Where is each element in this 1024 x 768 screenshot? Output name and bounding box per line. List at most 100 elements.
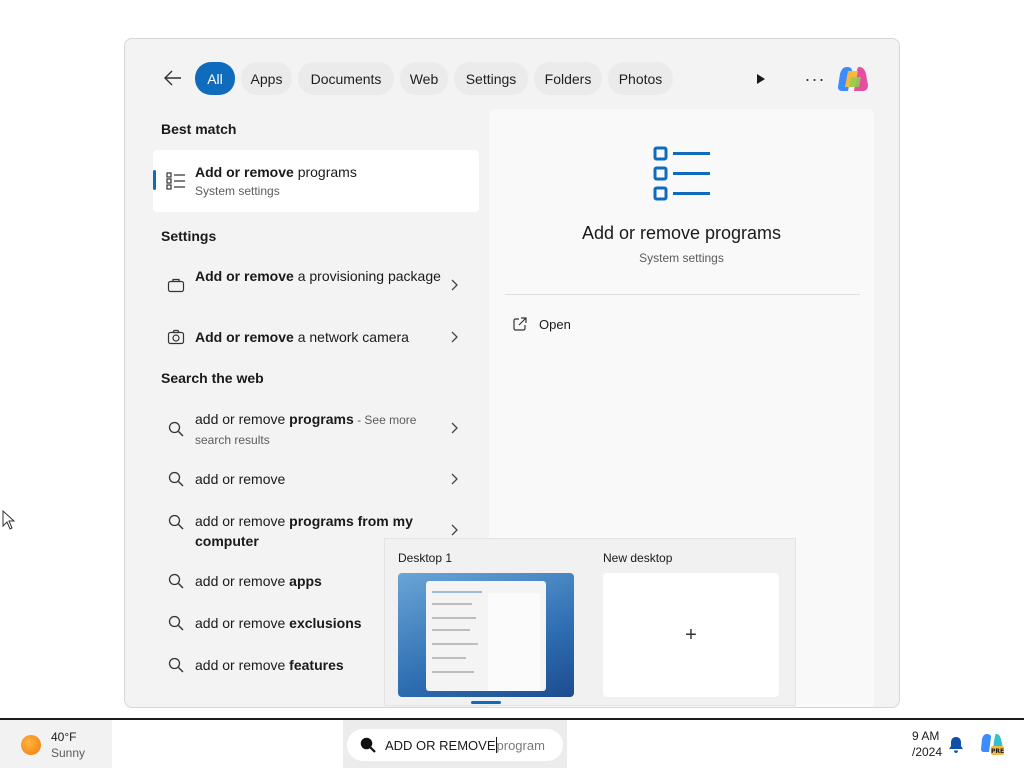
tab-all[interactable]: All [195, 62, 235, 95]
search-icon [165, 570, 187, 592]
clock-time[interactable]: 9 AM [912, 729, 939, 743]
best-match-rest: programs [293, 164, 357, 180]
web-result[interactable]: add or remove programs - See more search… [153, 405, 479, 451]
taskbar-search-box[interactable]: ADD OR REMOVE program [347, 729, 563, 761]
chevron-right-icon [449, 421, 459, 435]
best-match-heading: Best match [161, 121, 237, 137]
settings-result-rest: a network camera [293, 329, 409, 345]
desktop-1-label: Desktop 1 [398, 551, 453, 565]
settings-result-provisioning[interactable]: Add or remove a provisioning package [153, 261, 479, 309]
mini-line [432, 591, 482, 593]
briefcase-icon [165, 274, 187, 296]
more-options-button[interactable]: ··· [799, 63, 831, 95]
web-result-bold: apps [289, 573, 322, 589]
tab-documents[interactable]: Documents [298, 62, 394, 95]
sun-icon [21, 735, 41, 755]
best-match-text: Add or remove programs System settings [195, 162, 451, 200]
plus-icon: + [685, 623, 697, 646]
mini-line [432, 671, 474, 673]
web-result[interactable]: add or remove [153, 464, 479, 494]
filter-bar: All Apps Documents Web Settings Folders … [125, 39, 899, 119]
play-button[interactable] [745, 63, 777, 95]
task-view-flyout: Desktop 1 New desktop + [384, 538, 796, 706]
copilot-button[interactable] [837, 63, 869, 95]
desktop-1-thumbnail[interactable] [398, 573, 574, 697]
web-result-bold: features [289, 657, 344, 673]
chevron-right-icon [449, 278, 459, 292]
taskbar: 40°F Sunny ADD OR REMOVE program 9 AM /2… [0, 718, 1024, 768]
mouse-cursor-icon [2, 510, 16, 530]
web-result-plain: add or remove [195, 411, 290, 427]
search-icon [165, 468, 187, 490]
detail-subtitle: System settings [639, 251, 724, 265]
web-result-plain: add or remove [195, 615, 290, 631]
list-settings-icon [653, 145, 711, 208]
web-result-bold: programs [289, 411, 354, 427]
chevron-right-icon [449, 330, 459, 344]
current-desktop-indicator [471, 701, 501, 704]
settings-result-text: Add or remove a provisioning package [195, 266, 451, 286]
mini-line [432, 617, 476, 619]
tab-photos[interactable]: Photos [608, 62, 673, 95]
copilot-icon [838, 67, 868, 91]
open-action-label: Open [539, 316, 571, 332]
new-desktop-label: New desktop [603, 551, 673, 565]
search-icon [165, 612, 187, 634]
search-icon [165, 418, 187, 440]
mini-line [432, 603, 472, 605]
divider [505, 294, 860, 295]
taskbar-search-area: ADD OR REMOVE program [343, 720, 567, 768]
copilot-pre-icon[interactable]: PRE [980, 732, 1004, 756]
mini-detail-pane [488, 593, 540, 691]
tab-folders[interactable]: Folders [534, 62, 602, 95]
more-horizontal-icon: ··· [804, 68, 826, 89]
svg-text:PRE: PRE [991, 748, 1004, 755]
web-result-bold: exclusions [289, 615, 362, 631]
settings-result-text: Add or remove a network camera [195, 327, 451, 347]
search-autocomplete-text: program [496, 737, 545, 753]
list-settings-icon [165, 170, 187, 192]
web-result-text: add or remove programs - See more search… [195, 409, 451, 449]
chevron-right-icon [449, 523, 459, 537]
best-match-subtitle: System settings [195, 184, 280, 198]
best-match-result[interactable]: Add or remove programs System settings [153, 150, 479, 212]
weather-temperature: 40°F [51, 730, 77, 744]
mini-window-preview [426, 581, 546, 691]
mini-line [432, 643, 478, 645]
play-icon [757, 74, 765, 84]
tab-apps[interactable]: Apps [241, 62, 292, 95]
web-result-plain: add or remove [195, 471, 286, 487]
search-icon [165, 654, 187, 676]
open-action[interactable]: Open [513, 313, 571, 335]
camera-icon [165, 326, 187, 348]
mini-line [432, 629, 470, 631]
mini-line [432, 657, 466, 659]
notification-bell-icon[interactable] [948, 736, 964, 754]
settings-heading: Settings [161, 228, 217, 244]
web-result-text: add or remove [195, 469, 451, 489]
weather-widget[interactable]: 40°F Sunny [0, 720, 112, 768]
arrow-left-icon [164, 70, 181, 86]
search-icon [165, 511, 187, 533]
web-result-plain: add or remove [195, 573, 290, 589]
settings-result-camera[interactable]: Add or remove a network camera [153, 321, 479, 353]
detail-title: Add or remove programs [581, 223, 782, 243]
web-result-plain: add or remove [195, 513, 290, 529]
back-button[interactable] [161, 66, 185, 90]
open-external-icon [513, 317, 527, 331]
selection-indicator [153, 170, 156, 190]
web-result-plain: add or remove [195, 657, 290, 673]
tab-web[interactable]: Web [400, 62, 448, 95]
web-heading: Search the web [161, 370, 264, 386]
tab-settings[interactable]: Settings [454, 62, 528, 95]
settings-result-bold: Add or remove [195, 268, 294, 284]
weather-condition: Sunny [51, 746, 86, 760]
settings-result-bold: Add or remove [195, 329, 294, 345]
settings-result-rest: a provisioning package [293, 268, 441, 284]
search-icon [360, 737, 376, 753]
chevron-right-icon [449, 472, 459, 486]
new-desktop-button[interactable]: + [603, 573, 779, 697]
clock-date[interactable]: /2024 [912, 745, 942, 759]
system-tray: 9 AM /2024 PRE [912, 720, 1024, 768]
search-typed-text: ADD OR REMOVE [385, 737, 496, 753]
